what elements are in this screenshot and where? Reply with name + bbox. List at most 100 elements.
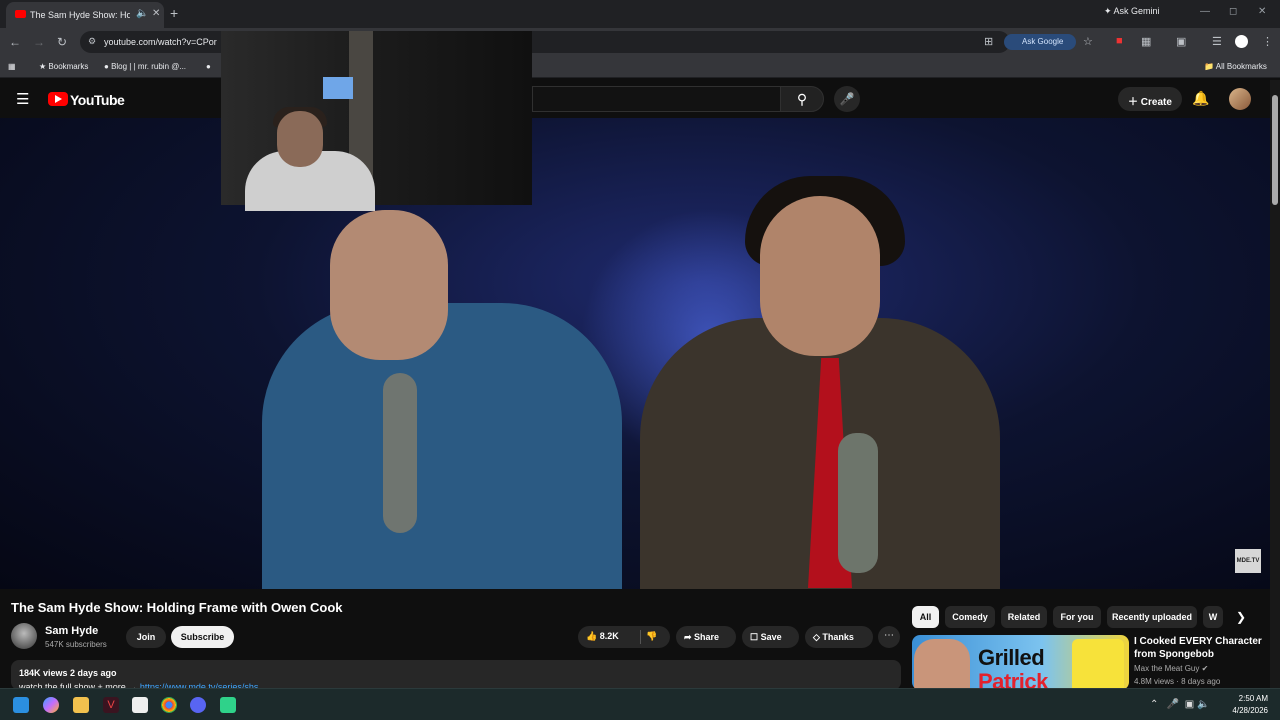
mic-tray-icon[interactable]: 🎤 <box>1167 699 1179 710</box>
chevron-up-icon[interactable]: ⌃ <box>1150 699 1158 710</box>
chevron-right-icon[interactable]: ❯ <box>1236 610 1246 624</box>
app-v-icon[interactable]: V <box>103 697 119 713</box>
apps-grid-icon[interactable]: ▦ <box>8 62 16 71</box>
like-divider <box>640 630 641 644</box>
thanks-label: Thanks <box>822 632 854 642</box>
install-app-icon[interactable]: ⊞ <box>984 35 993 48</box>
file-explorer-icon[interactable] <box>73 697 89 713</box>
recommended-video-meta: 4.8M views · 8 days ago <box>1134 677 1221 686</box>
all-bookmarks-folder[interactable]: 📁 All Bookmarks <box>1204 62 1267 71</box>
thanks-button[interactable]: ◇ Thanks <box>805 626 873 648</box>
join-button[interactable]: Join <box>126 626 166 648</box>
search-icon[interactable]: ⚲ <box>780 86 824 112</box>
chip-recently-uploaded[interactable]: Recently uploaded <box>1107 606 1197 628</box>
notifications-bell-icon[interactable]: 🔔 <box>1192 90 1209 107</box>
profile-avatar[interactable] <box>1235 35 1248 48</box>
create-label: Create <box>1140 97 1172 108</box>
clock-date: 4/28/2026 <box>1232 706 1268 715</box>
browser-tab-bar: The Sam Hyde Show: Holdi 🔈 ✕ + ✦ Ask Gem… <box>0 0 1280 28</box>
video-title: The Sam Hyde Show: Holding Frame with Ow… <box>11 600 343 615</box>
thanks-icon: ◇ <box>813 632 823 642</box>
window-close-icon[interactable]: ✕ <box>1258 6 1266 17</box>
chip-truncated[interactable]: W <box>1203 606 1223 628</box>
bookmark-item-blog[interactable]: ● Blog | | mr. rubin @... <box>104 62 186 71</box>
chip-for-you[interactable]: For you <box>1053 606 1101 628</box>
bookmark-item-bookmarks[interactable]: ★ Bookmarks <box>39 62 88 71</box>
tab-search-icon[interactable]: ▣ <box>1176 35 1186 48</box>
reload-icon[interactable]: ↻ <box>57 35 67 49</box>
recommended-video-title[interactable]: I Cooked EVERY Character from Spongebob <box>1134 635 1270 661</box>
address-bar[interactable]: ⚙ youtube.com/watch?v=CPor <box>80 31 1010 53</box>
microphone-icon[interactable]: 🎤 <box>834 86 860 112</box>
bookmark-google-icon[interactable]: ● <box>206 62 211 71</box>
video-player[interactable] <box>0 118 1270 589</box>
recommended-video-thumbnail[interactable]: Grilled Patrick <box>912 635 1129 690</box>
discord-icon[interactable] <box>190 697 206 713</box>
ask-gemini-button[interactable]: ✦ Ask Gemini <box>1104 6 1160 17</box>
chip-related[interactable]: Related <box>1001 606 1047 628</box>
share-button[interactable]: ➦ Share <box>676 626 736 648</box>
thumbs-up-icon: 👍 <box>586 631 600 641</box>
restore-icon[interactable]: ◻ <box>1229 6 1237 17</box>
thumbnail-text-line1: Grilled <box>978 645 1045 670</box>
share-label: Share <box>694 632 720 642</box>
microsoft-store-icon[interactable] <box>132 697 148 713</box>
youtube-logo-icon[interactable] <box>48 92 68 106</box>
more-actions-icon[interactable]: ⋯ <box>878 626 900 648</box>
subscribe-button[interactable]: Subscribe <box>171 626 234 648</box>
site-info-icon[interactable]: ⚙ <box>88 36 96 47</box>
url-text: youtube.com/watch?v=CPor <box>104 37 217 47</box>
channel-name[interactable]: Sam Hyde <box>45 625 98 637</box>
chrome-icon[interactable] <box>161 697 177 713</box>
ask-google-button[interactable]: Ask Google <box>1004 34 1076 50</box>
new-tab-button[interactable]: + <box>170 5 178 21</box>
menu-kebab-icon[interactable]: ⋮ <box>1262 35 1273 48</box>
media-controls-icon[interactable]: ☰ <box>1212 35 1222 48</box>
youtube-wordmark[interactable]: YouTube <box>70 92 125 108</box>
extensions-puzzle-icon[interactable]: ▦ <box>1141 35 1151 48</box>
thumbs-down-icon[interactable]: 👎 <box>646 631 657 642</box>
bookmark-label: Blog | | mr. rubin @... <box>111 62 187 71</box>
bookmark-label: Bookmarks <box>48 62 89 71</box>
minimize-icon[interactable]: — <box>1200 6 1210 17</box>
views-and-date: 184K views 2 days ago <box>19 668 117 678</box>
volume-icon[interactable]: 🔈 <box>1197 699 1209 710</box>
close-tab-icon[interactable]: ✕ <box>152 8 160 19</box>
copilot-icon[interactable] <box>43 697 59 713</box>
save-icon: ☐ <box>750 632 761 642</box>
thumbnail-face <box>914 639 970 690</box>
channel-watermark[interactable]: MDE.TV <box>1235 549 1261 573</box>
video-person-right-head <box>760 196 880 356</box>
chip-all[interactable]: All <box>912 606 939 628</box>
forward-icon[interactable]: → <box>33 35 45 49</box>
all-bookmarks-label: All Bookmarks <box>1215 62 1267 71</box>
recommended-video-channel[interactable]: Max the Meat Guy ✔ <box>1134 664 1208 673</box>
bookmark-star-icon[interactable]: ☆ <box>1083 35 1093 48</box>
like-button[interactable]: 👍 8.2K <box>586 631 619 642</box>
chip-comedy[interactable]: Comedy <box>945 606 995 628</box>
account-avatar[interactable] <box>1229 88 1251 110</box>
description-box[interactable]: 184K views 2 days ago watch the full sho… <box>11 660 901 690</box>
back-icon[interactable]: ← <box>9 35 21 49</box>
webcam-person-face <box>277 111 323 167</box>
bookmarks-bar: ▦ ★ Bookmarks ● Blog | | mr. rubin @... … <box>0 56 1280 78</box>
webcam-overlay <box>221 31 532 211</box>
thumbnail-text-line2: Patrick <box>978 669 1048 690</box>
subscriber-count: 547K subscribers <box>45 640 107 649</box>
channel-avatar[interactable] <box>11 623 37 649</box>
system-tray[interactable]: ⌃ 🎤 ▣ 🔈 <box>1150 699 1209 710</box>
network-icon[interactable]: ▣ <box>1185 699 1194 710</box>
save-button[interactable]: ☐ Save <box>742 626 799 648</box>
clock-time: 2:50 AM <box>1238 694 1268 703</box>
speaker-icon[interactable]: 🔈 <box>136 8 148 19</box>
plus-icon: ＋ <box>1128 97 1141 108</box>
browser-tab[interactable]: The Sam Hyde Show: Holdi 🔈 ✕ <box>6 2 164 28</box>
windows-start-icon[interactable] <box>13 697 29 713</box>
extension-icon[interactable]: ■ <box>1116 35 1123 47</box>
app-green-icon[interactable] <box>220 697 236 713</box>
create-button[interactable]: ＋ Create <box>1118 87 1182 111</box>
scrollbar-thumb[interactable] <box>1272 95 1278 205</box>
search-input[interactable] <box>532 86 780 112</box>
hamburger-menu-icon[interactable]: ☰ <box>16 90 29 108</box>
clock[interactable]: 2:50 AM 4/28/2026 <box>1226 693 1268 717</box>
